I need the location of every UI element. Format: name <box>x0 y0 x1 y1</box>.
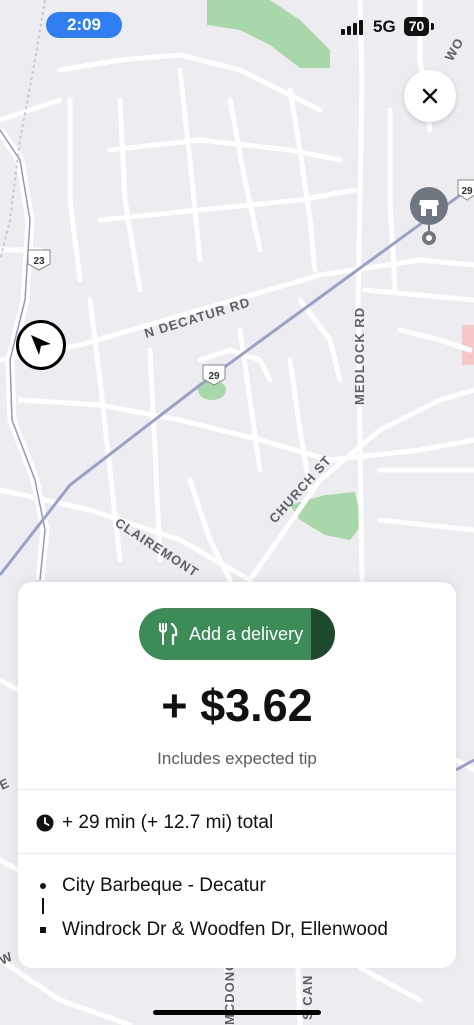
battery-tip <box>431 23 434 30</box>
route-connector <box>42 898 44 914</box>
route-shield-29-right-label: 29 <box>461 186 473 197</box>
duration-row: + 29 min (+ 12.7 mi) total <box>36 810 273 836</box>
close-button[interactable] <box>404 70 456 122</box>
divider <box>18 789 456 790</box>
dropoff-square-icon <box>40 927 46 933</box>
status-bar: 2:09 5G 70 <box>0 0 474 50</box>
pickup-address: City Barbeque - Decatur <box>62 875 266 896</box>
offer-card: Add a delivery + $3.62 Includes expected… <box>18 582 456 968</box>
pickup-dot-icon <box>40 883 46 889</box>
status-time[interactable]: 2:09 <box>46 12 122 38</box>
route-shield-29-label: 29 <box>208 371 220 382</box>
add-delivery-button[interactable]: Add a delivery <box>139 608 335 660</box>
network-type: 5G <box>373 17 396 36</box>
cellular-signal-icon <box>341 20 363 35</box>
offer-price: + $3.62 <box>161 680 313 731</box>
clock-icon <box>36 814 54 832</box>
divider <box>18 853 456 854</box>
park <box>462 325 474 365</box>
add-delivery-label: Add a delivery <box>189 624 304 644</box>
fork-knife-icon <box>159 623 178 645</box>
store-pin-icon[interactable] <box>408 185 450 249</box>
street-label-medlock: MEDLOCK RD <box>352 307 367 405</box>
route-shield-23-label: 23 <box>33 256 45 267</box>
dropoff-address: Windrock Dr & Woodfen Dr, Ellenwood <box>62 919 388 940</box>
close-icon <box>422 88 438 104</box>
street-label-mcdonough: MCDONO <box>222 960 237 1025</box>
current-location-marker[interactable] <box>16 320 66 370</box>
add-delivery-progress-edge <box>311 608 335 660</box>
home-indicator[interactable] <box>153 1010 321 1015</box>
battery-icon: 70 <box>404 17 429 36</box>
duration-text: + 29 min (+ 12.7 mi) total <box>62 812 274 833</box>
tip-note: Includes expected tip <box>157 749 317 768</box>
navigation-arrow-icon <box>31 335 51 355</box>
